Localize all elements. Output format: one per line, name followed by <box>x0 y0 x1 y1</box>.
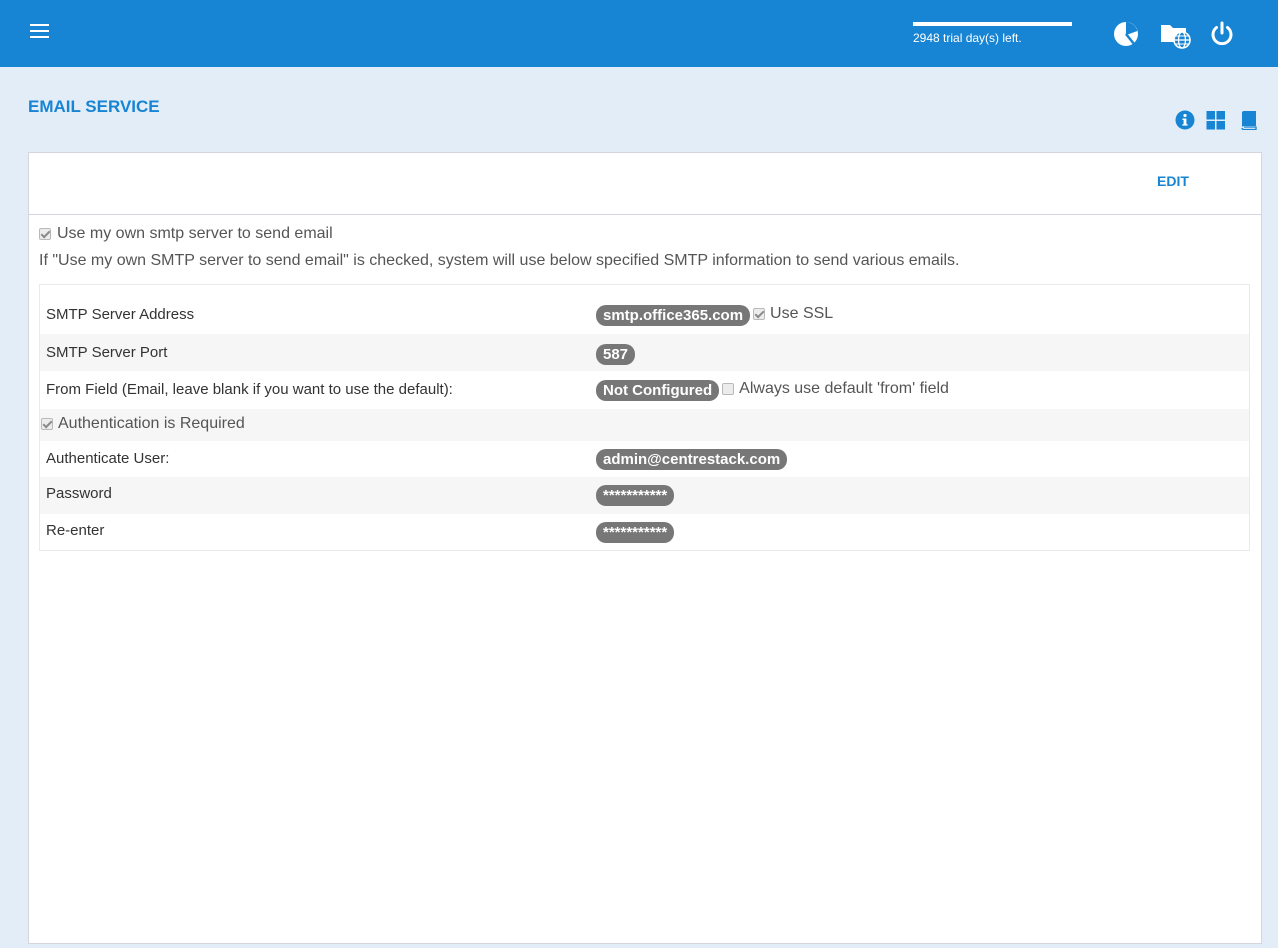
reenter-label: Re-enter <box>46 522 105 539</box>
auth-required-checkbox[interactable] <box>41 418 53 430</box>
reenter-value: *********** <box>596 522 675 543</box>
book-icon[interactable] <box>1239 110 1259 131</box>
smtp-info-text: If "Use my own SMTP server to send email… <box>39 252 960 269</box>
auth-required-label: Authentication is Required <box>58 415 245 432</box>
table-row: SMTP Server Port 587 <box>40 334 1249 371</box>
table-row: Authentication is Required <box>40 409 1249 441</box>
table-row: SMTP Server Address smtp.office365.com U… <box>40 296 1249 334</box>
auth-user-value: admin@centrestack.com <box>596 449 788 470</box>
from-field-label: From Field (Email, leave blank if you wa… <box>46 381 453 398</box>
trial-days-text: 2948 trial day(s) left. <box>913 31 1022 45</box>
trial-progress-bar <box>913 22 1072 26</box>
table-row: Authenticate User: admin@centrestack.com <box>40 441 1249 477</box>
auth-required-option: Authentication is Required <box>41 415 245 433</box>
page-title: EMAIL SERVICE <box>28 97 160 116</box>
default-from-checkbox[interactable] <box>722 382 735 395</box>
edit-button[interactable]: EDIT <box>1157 173 1189 189</box>
auth-user-label: Authenticate User: <box>46 450 170 467</box>
menu-icon[interactable] <box>30 24 50 42</box>
table-row: Re-enter *********** <box>40 514 1249 550</box>
server-address-label: SMTP Server Address <box>46 306 195 323</box>
email-service-panel: EDIT Use my own smtp server to send emai… <box>28 152 1262 944</box>
own-smtp-label: Use my own smtp server to send email <box>57 225 333 242</box>
table-row: Password *********** <box>40 477 1249 514</box>
panel-header: EDIT <box>29 153 1261 215</box>
password-value: *********** <box>596 485 675 506</box>
server-address-value: smtp.office365.com <box>596 305 751 326</box>
pie-chart-icon[interactable] <box>1112 20 1140 48</box>
server-port-label: SMTP Server Port <box>46 344 168 361</box>
use-ssl-label: Use SSL <box>770 304 834 322</box>
table-row: From Field (Email, leave blank if you wa… <box>40 371 1249 409</box>
power-icon[interactable] <box>1208 20 1236 48</box>
use-ssl-checkbox[interactable] <box>753 307 766 320</box>
smtp-settings-table: SMTP Server Address smtp.office365.com U… <box>39 284 1250 551</box>
folder-globe-icon[interactable] <box>1160 20 1192 49</box>
server-port-value: 587 <box>596 344 636 365</box>
grid-icon[interactable] <box>1206 110 1226 130</box>
info-icon[interactable] <box>1175 110 1195 130</box>
server-address-value-group: smtp.office365.com Use SSL <box>596 305 833 326</box>
own-smtp-checkbox[interactable] <box>39 228 51 240</box>
from-field-value: Not Configured <box>596 380 720 401</box>
own-smtp-option: Use my own smtp server to send email <box>39 225 333 243</box>
password-label: Password <box>46 485 112 502</box>
top-bar: 2948 trial day(s) left. <box>0 0 1278 67</box>
default-from-label: Always use default 'from' field <box>739 379 949 397</box>
